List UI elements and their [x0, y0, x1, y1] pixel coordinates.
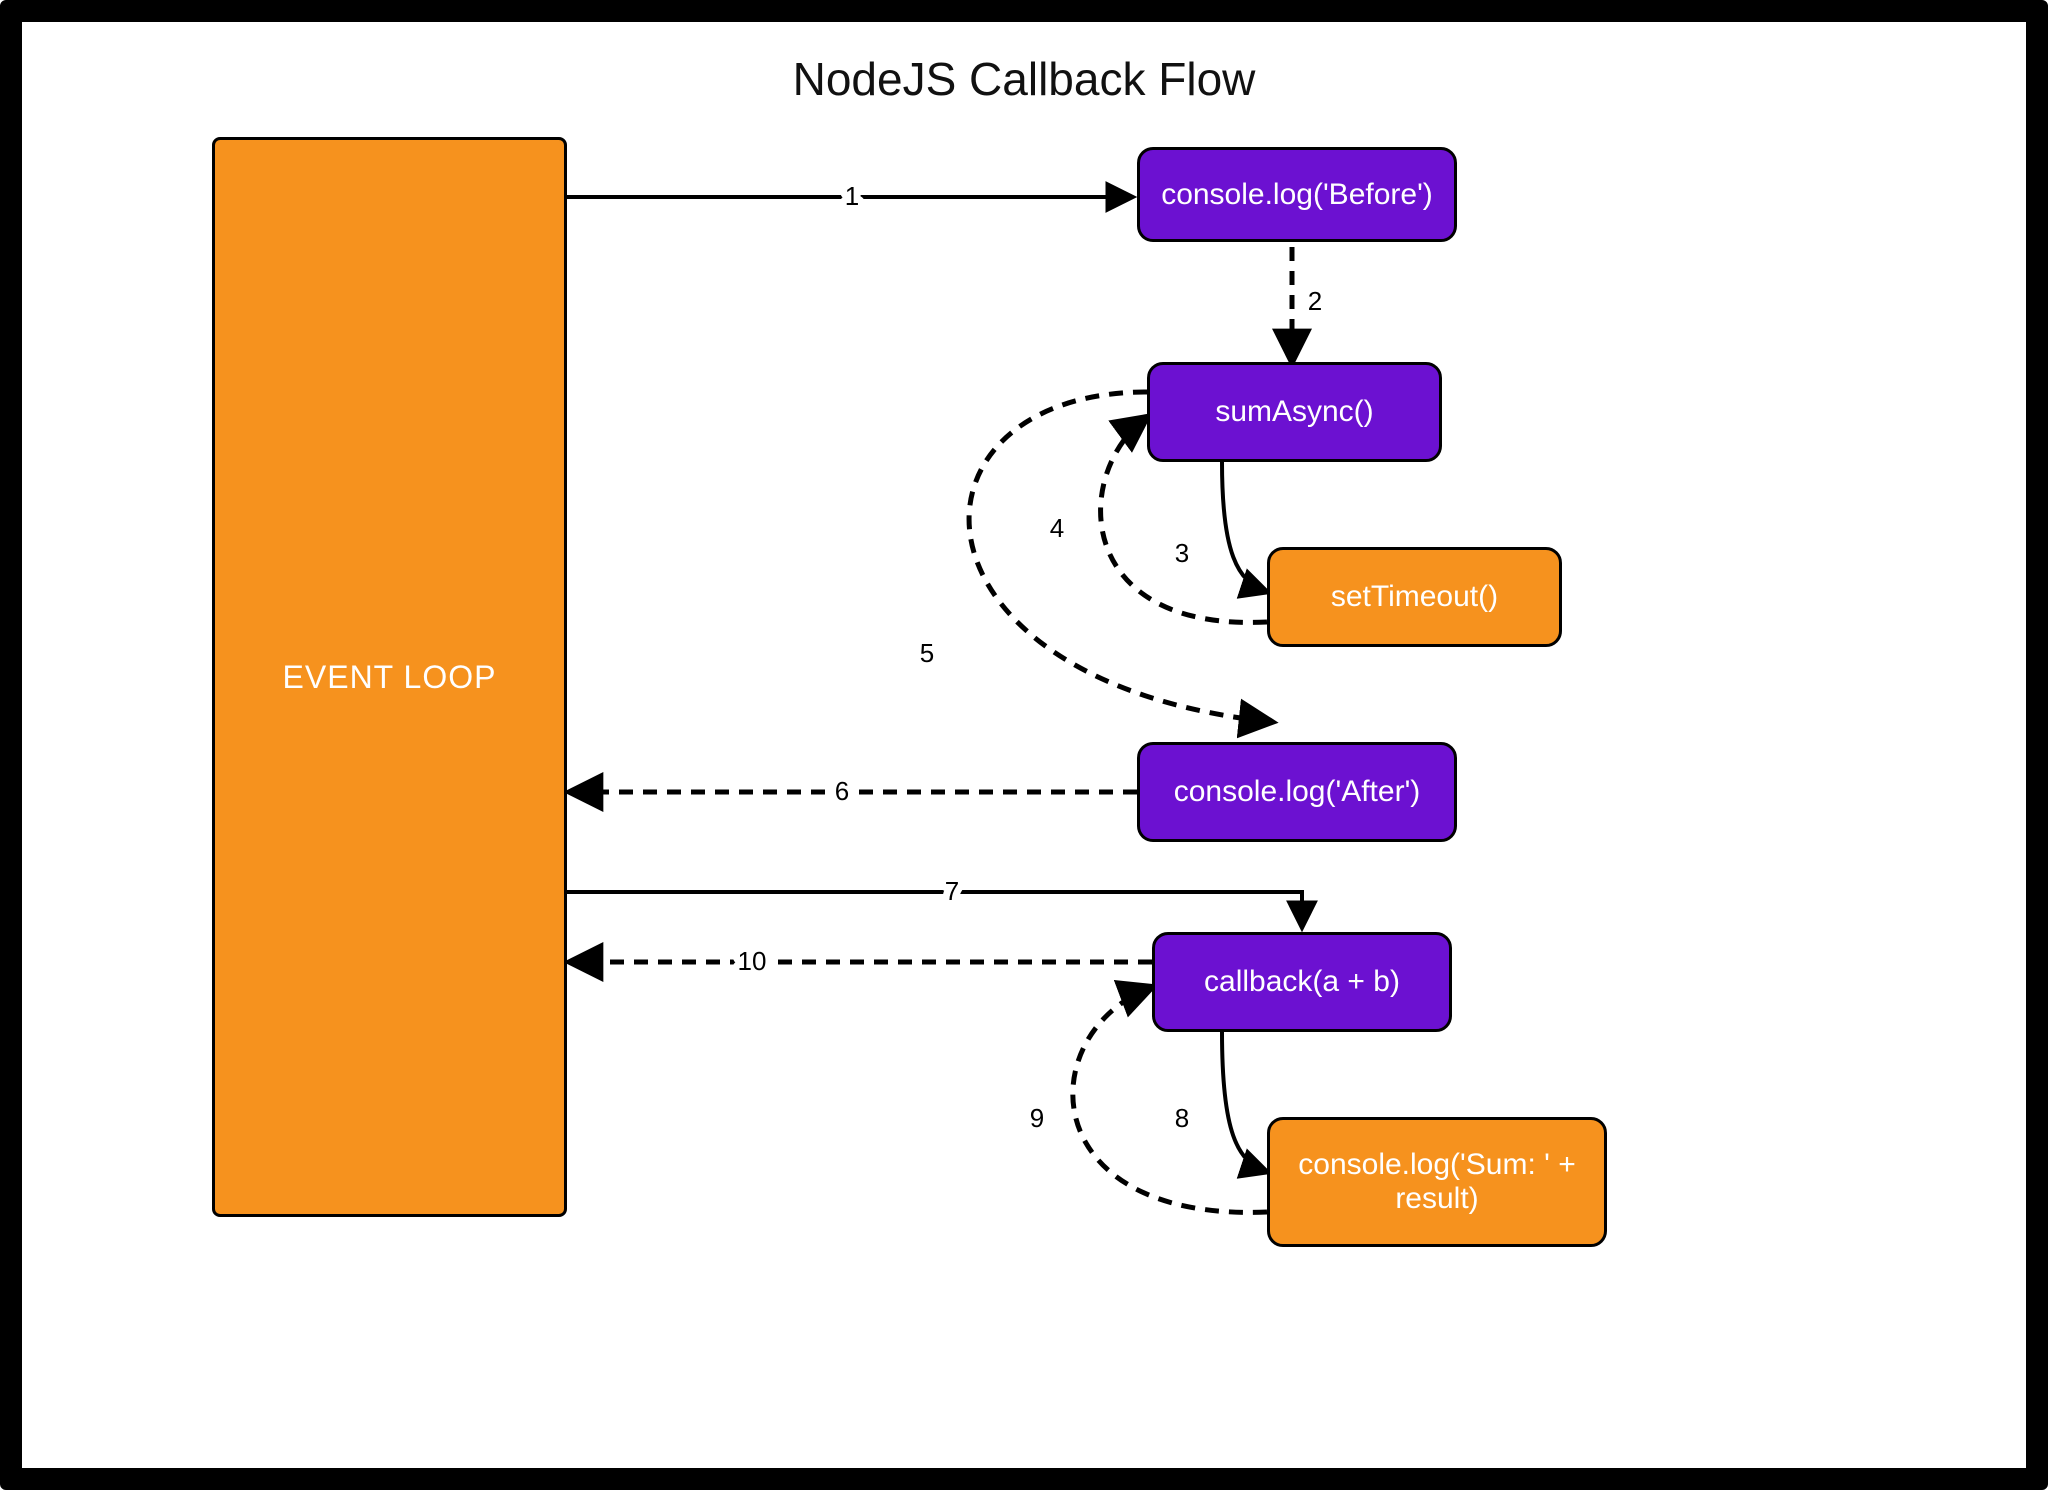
edge-5-label: 5: [920, 638, 934, 668]
node-sumasync: sumAsync(): [1147, 362, 1442, 462]
node-log-before-label: console.log('Before'): [1161, 178, 1433, 212]
edge-1-label: 1: [845, 181, 859, 211]
edge-7-label: 7: [945, 876, 959, 906]
edge-6-label: 6: [835, 776, 849, 806]
edge-2-label: 2: [1308, 286, 1322, 316]
node-log-after: console.log('After'): [1137, 742, 1457, 842]
node-event-loop-label: EVENT LOOP: [283, 659, 497, 696]
node-log-sum-label: console.log('Sum: ' + result): [1286, 1148, 1588, 1216]
node-callback-label: callback(a + b): [1204, 965, 1400, 999]
edge-3: [1222, 462, 1267, 592]
node-event-loop: EVENT LOOP: [212, 137, 567, 1217]
diagram-frame: NodeJS Callback Flow 1 2 3 4 5 6: [0, 0, 2048, 1490]
edge-9-label: 9: [1030, 1103, 1044, 1133]
node-log-after-label: console.log('After'): [1174, 775, 1421, 809]
node-callback: callback(a + b): [1152, 932, 1452, 1032]
node-settimeout-label: setTimeout(): [1331, 580, 1498, 614]
node-log-sum: console.log('Sum: ' + result): [1267, 1117, 1607, 1247]
node-log-before: console.log('Before'): [1137, 147, 1457, 242]
node-settimeout: setTimeout(): [1267, 547, 1562, 647]
edge-8: [1222, 1032, 1267, 1172]
edge-3-label: 3: [1175, 538, 1189, 568]
edge-4-label: 4: [1050, 513, 1064, 543]
edge-10-label: 10: [738, 946, 767, 976]
edge-8-label: 8: [1175, 1103, 1189, 1133]
edge-7: [566, 892, 1302, 927]
node-sumasync-label: sumAsync(): [1215, 395, 1373, 429]
